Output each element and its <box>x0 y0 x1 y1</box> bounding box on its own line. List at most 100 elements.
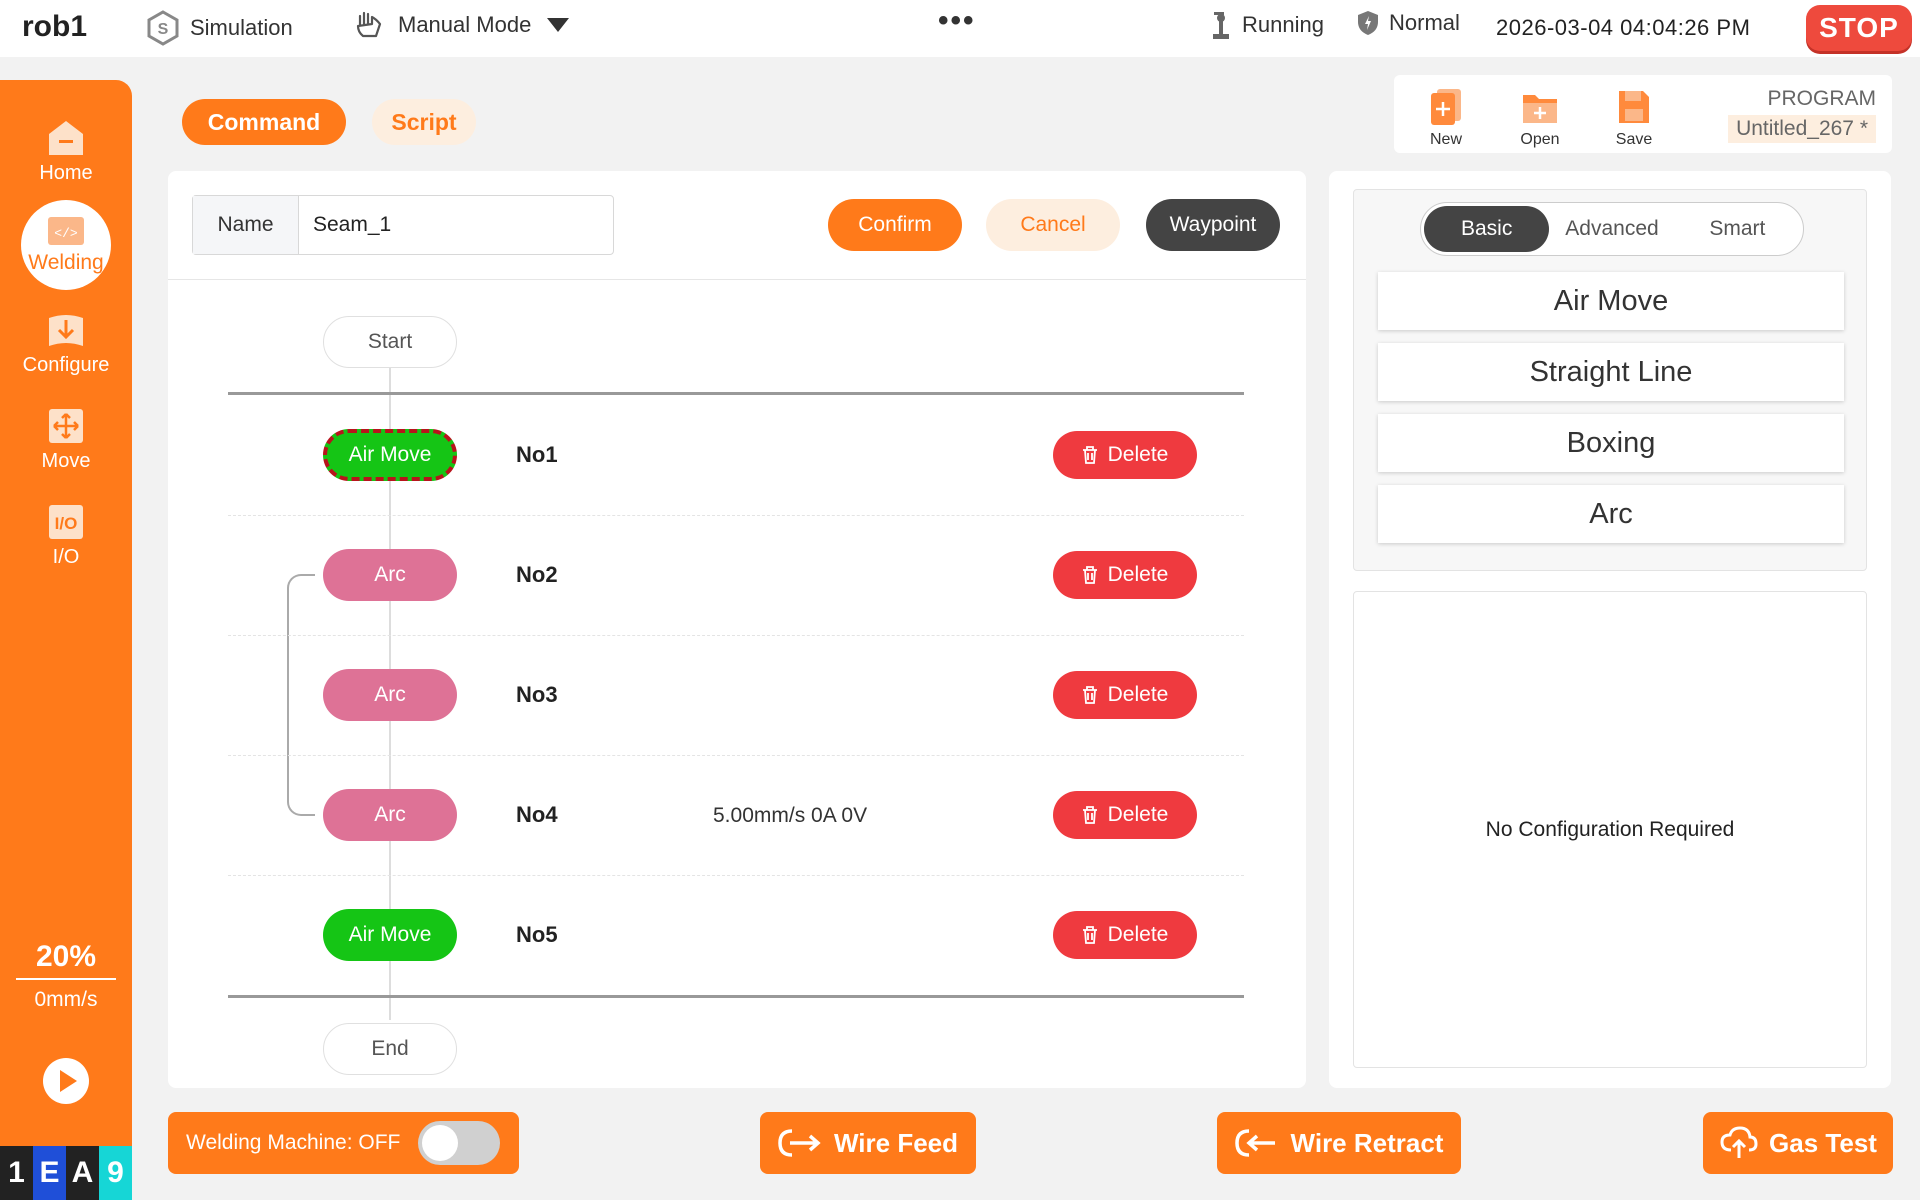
hand-icon <box>356 11 382 38</box>
trash-icon <box>1082 566 1097 584</box>
trash-icon <box>1082 446 1097 464</box>
config-message: No Configuration Required <box>1485 817 1735 841</box>
delete-label: Delete <box>1107 443 1169 466</box>
wire-feed-label: Wire Feed <box>833 1127 959 1158</box>
corner-badge: 1 E A 9 <box>0 1146 132 1200</box>
wire-feed-button[interactable]: Wire Feed <box>760 1112 976 1174</box>
sidebar-item-move[interactable]: Move <box>0 406 132 473</box>
node-arc[interactable]: Arc <box>323 549 457 601</box>
sidebar-item-welding[interactable]: </> Welding <box>0 200 132 290</box>
row-separator <box>228 635 1244 636</box>
delete-label: Delete <box>1107 803 1169 826</box>
simulation-toggle[interactable]: S Simulation <box>146 10 293 46</box>
name-input[interactable] <box>299 196 613 254</box>
machine-toggle[interactable] <box>418 1121 501 1165</box>
node-air-move[interactable]: Air Move <box>323 429 457 481</box>
toggle-knob <box>422 1125 459 1161</box>
simulation-icon: S <box>147 10 179 46</box>
save-program-button[interactable]: Save <box>1604 87 1664 149</box>
tab-command[interactable]: Command <box>182 99 346 145</box>
delete-label: Delete <box>1107 923 1169 946</box>
start-node: Start <box>323 316 457 368</box>
command-air-move[interactable]: Air Move <box>1378 272 1844 330</box>
command-library-panel: Basic Advanced Smart Air Move Straight L… <box>1329 171 1891 1088</box>
badge-char: 1 <box>0 1146 33 1200</box>
svg-text:I/O: I/O <box>55 514 78 533</box>
sidebar-item-home[interactable]: Home <box>0 118 132 185</box>
welding-machine-control: Welding Machine: OFF <box>168 1112 519 1174</box>
sidebar: Home </> Welding Configure Move I/O I/O <box>0 80 132 1200</box>
badge-char: A <box>66 1146 99 1200</box>
svg-text:</>: </> <box>54 226 78 241</box>
machine-label: Welding Machine: OFF <box>186 1131 401 1154</box>
delete-button[interactable]: Delete <box>1053 911 1197 959</box>
row-id: No1 <box>516 442 558 467</box>
save-label: Save <box>1615 131 1653 148</box>
mode-dropdown[interactable]: Manual Mode <box>354 10 570 40</box>
header-divider <box>168 279 1306 280</box>
download-icon <box>49 315 83 346</box>
badge-char: E <box>33 1146 66 1200</box>
move-arrows-icon <box>49 409 83 443</box>
command-arc[interactable]: Arc <box>1378 485 1844 543</box>
command-boxing[interactable]: Boxing <box>1378 414 1844 472</box>
stop-button[interactable]: STOP <box>1806 5 1912 51</box>
active-nav-bubble: </> Welding <box>21 200 111 290</box>
home-icon <box>49 121 83 155</box>
speed-display: 20% 0mm/s <box>0 940 132 1012</box>
delete-button[interactable]: Delete <box>1053 431 1197 479</box>
trash-icon <box>1082 806 1097 824</box>
delete-button[interactable]: Delete <box>1053 791 1197 839</box>
trash-icon <box>1082 926 1097 944</box>
running-status: Running <box>1210 10 1324 40</box>
play-icon <box>60 1070 77 1092</box>
more-menu-icon[interactable]: ••• <box>938 4 976 38</box>
wire-feed-icon <box>778 1129 821 1157</box>
folder-icon <box>1523 95 1557 123</box>
caret-down-icon <box>547 18 570 32</box>
flow-top-rule <box>228 392 1244 395</box>
wire-retract-button[interactable]: Wire Retract <box>1217 1112 1461 1174</box>
shield-icon <box>1358 11 1378 35</box>
tab-basic[interactable]: Basic <box>1424 206 1550 252</box>
wire-retract-icon <box>1234 1129 1275 1157</box>
name-label: Name <box>193 196 299 254</box>
speed-percent: 20% <box>16 940 116 980</box>
row-separator <box>228 875 1244 876</box>
row-id: No3 <box>516 682 558 707</box>
datetime: 2026-03-04 04:04:26 PM <box>1496 15 1751 40</box>
arc-group-bracket <box>287 574 315 816</box>
trash-icon <box>1082 686 1097 704</box>
row-separator <box>228 515 1244 516</box>
tab-smart[interactable]: Smart <box>1675 206 1800 252</box>
delete-button[interactable]: Delete <box>1053 671 1197 719</box>
sidebar-item-configure[interactable]: Configure <box>0 310 132 377</box>
open-program-button[interactable]: Open <box>1510 87 1570 149</box>
new-program-button[interactable]: New <box>1416 87 1476 149</box>
new-label: New <box>1429 131 1462 148</box>
node-arc[interactable]: Arc <box>323 669 457 721</box>
confirm-button[interactable]: Confirm <box>828 199 962 251</box>
name-field: Name <box>192 195 614 255</box>
delete-button[interactable]: Delete <box>1053 551 1197 599</box>
node-arc[interactable]: Arc <box>323 789 457 841</box>
command-options-box: Basic Advanced Smart Air Move Straight L… <box>1353 189 1867 571</box>
program-label: PROGRAM <box>1767 87 1876 110</box>
row-id: No4 <box>516 802 558 827</box>
waypoint-button[interactable]: Waypoint <box>1146 199 1280 251</box>
program-name: Untitled_267 * <box>1728 115 1876 143</box>
sidebar-item-label: Move <box>41 450 91 472</box>
top-bar: rob1 S Simulation Manual Mode ••• Runnin… <box>0 0 1920 57</box>
sidebar-item-io[interactable]: I/O I/O <box>0 502 132 569</box>
play-button[interactable] <box>43 1058 89 1104</box>
cancel-button[interactable]: Cancel <box>986 199 1120 251</box>
command-straight-line[interactable]: Straight Line <box>1378 343 1844 401</box>
wire-retract-label: Wire Retract <box>1290 1127 1444 1158</box>
gas-test-button[interactable]: Gas Test <box>1703 1112 1893 1174</box>
node-air-move[interactable]: Air Move <box>323 909 457 961</box>
tab-script[interactable]: Script <box>372 99 476 145</box>
tab-advanced[interactable]: Advanced <box>1549 206 1674 252</box>
speed-value: 0mm/s <box>34 988 98 1011</box>
gas-test-label: Gas Test <box>1769 1127 1877 1158</box>
row-id: No5 <box>516 922 558 947</box>
